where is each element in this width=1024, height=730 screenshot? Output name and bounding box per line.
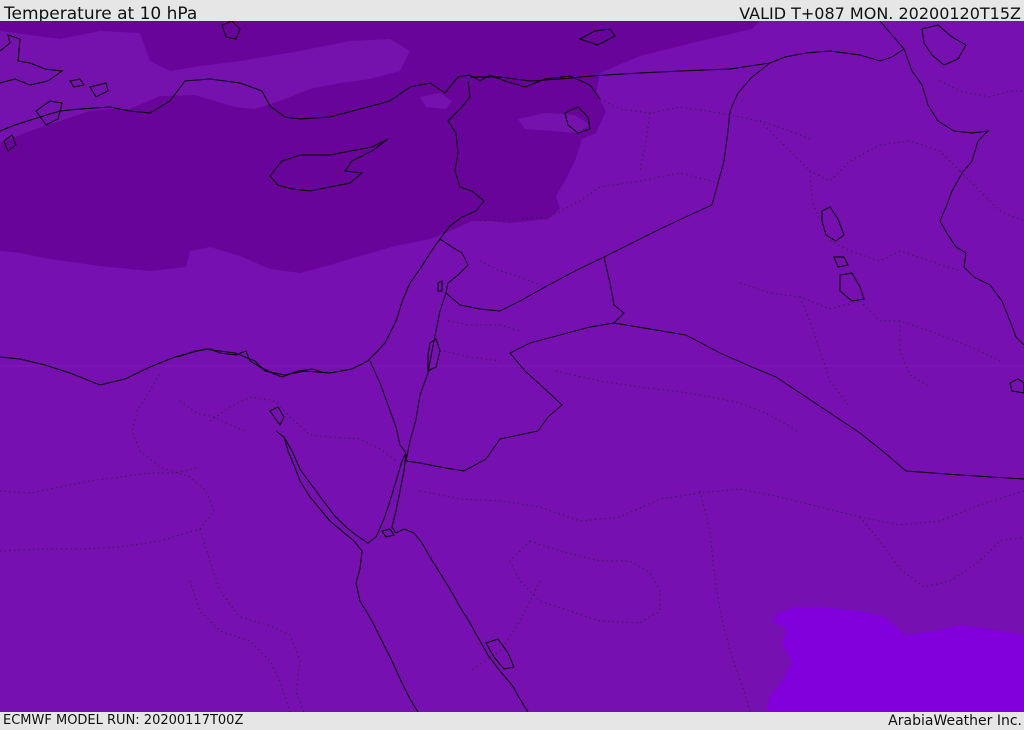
- credit-label: ArabiaWeather Inc.: [888, 713, 1022, 729]
- weather-map[interactable]: [0, 21, 1024, 712]
- footer-bar: ECMWF MODEL RUN: 20200117T00Z ArabiaWeat…: [0, 712, 1024, 729]
- map-canvas: [0, 21, 1024, 712]
- model-run-label: ECMWF MODEL RUN: 20200117T00Z: [3, 713, 244, 728]
- header-bar: Temperature at 10 hPa VALID T+087 MON. 2…: [0, 0, 1024, 24]
